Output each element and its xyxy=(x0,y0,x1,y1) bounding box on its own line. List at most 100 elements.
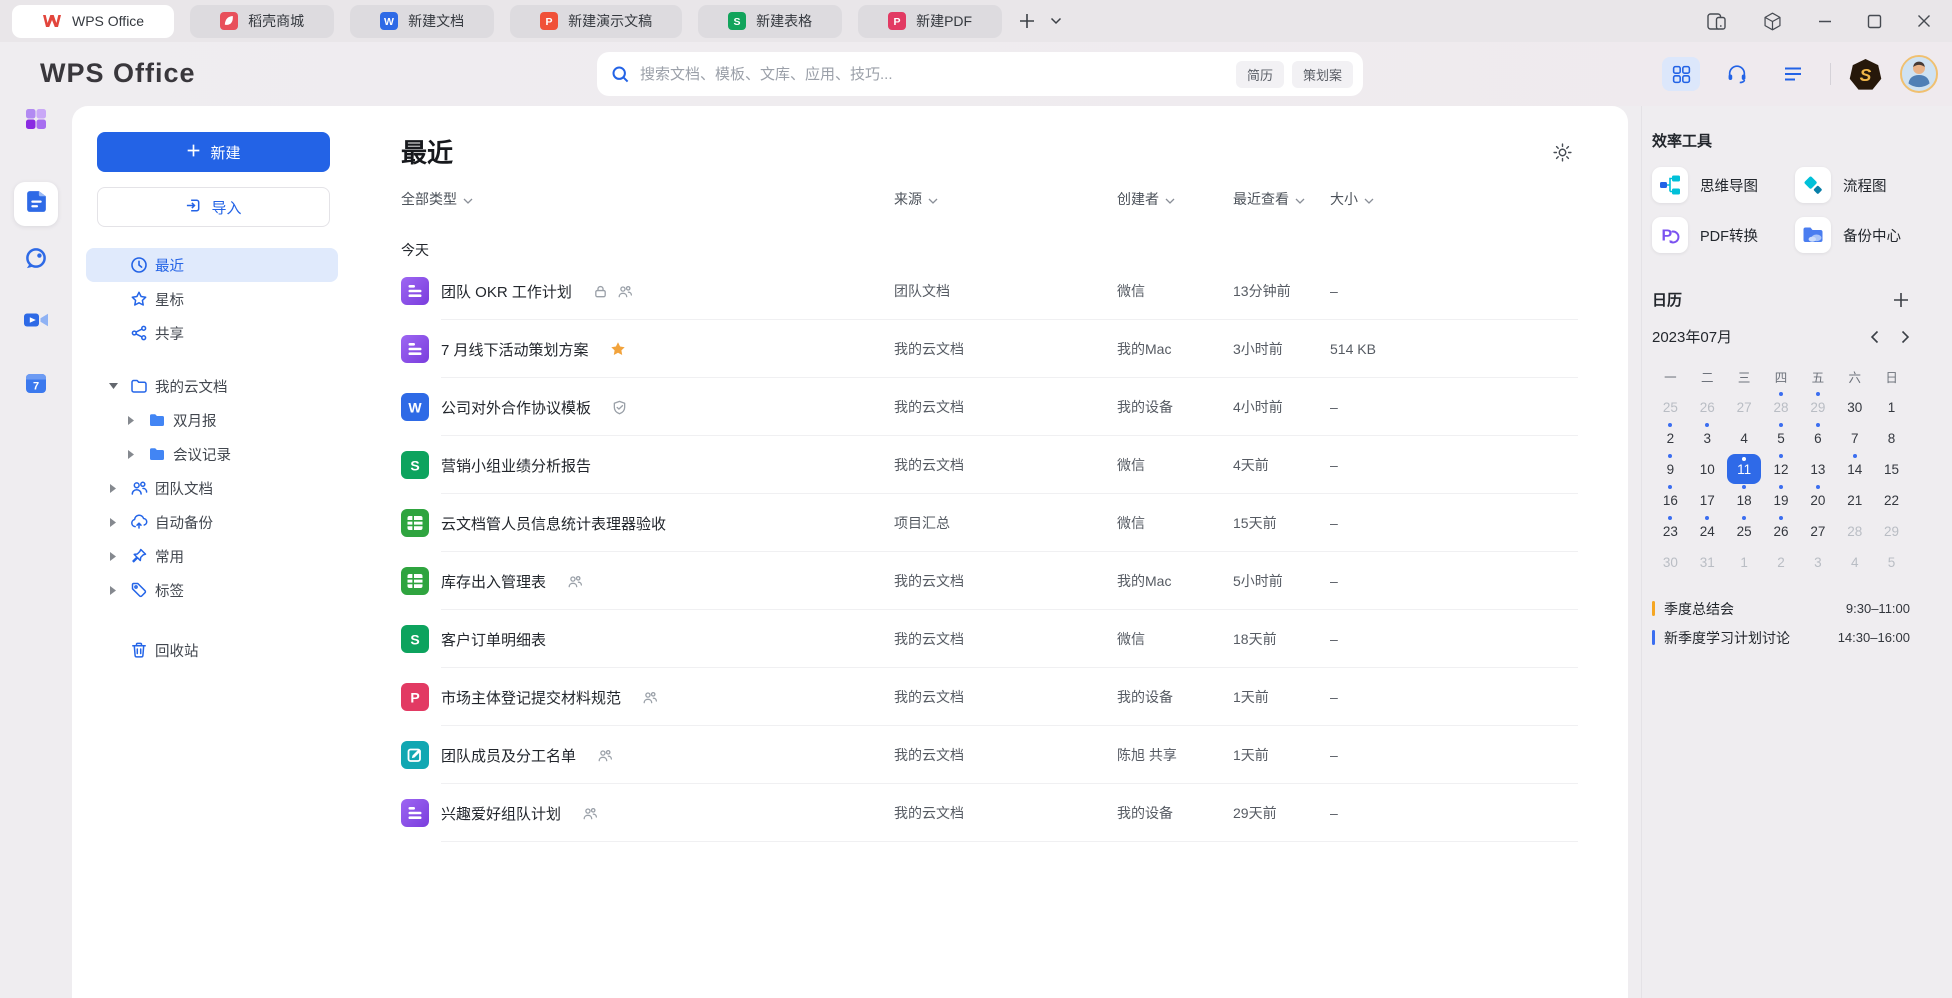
calendar-day[interactable]: 26 xyxy=(1690,392,1724,423)
tool-item[interactable]: 备份中心 xyxy=(1795,217,1910,253)
app-tab[interactable]: W 新建文档 xyxy=(350,5,494,38)
sidebar-tree-item[interactable]: 会议记录 xyxy=(86,437,338,471)
table-row[interactable]: S 营销小组业绩分析报告 我的云文档 微信 4天前 – xyxy=(401,436,1578,494)
filter-viewed[interactable]: 最近查看 xyxy=(1233,189,1330,209)
sidebar-tree-item[interactable]: 双月报 xyxy=(86,403,338,437)
close-icon[interactable] xyxy=(1916,13,1932,29)
caret-down-icon[interactable] xyxy=(107,383,119,389)
calendar-day[interactable]: 2 xyxy=(1653,423,1687,454)
import-button[interactable]: 导入 xyxy=(97,187,330,227)
calendar-day[interactable]: 27 xyxy=(1801,516,1835,547)
calendar-day[interactable]: 11 xyxy=(1727,454,1761,484)
search-bar[interactable]: 简历策划案 xyxy=(597,52,1363,96)
tool-item[interactable]: 流程图 xyxy=(1795,167,1910,203)
calendar-day[interactable]: 17 xyxy=(1690,485,1724,516)
add-event-icon[interactable] xyxy=(1892,291,1910,309)
rail-app-icon[interactable] xyxy=(14,182,58,226)
calendar-day[interactable]: 5 xyxy=(1764,423,1798,454)
table-row[interactable]: P 市场主体登记提交材料规范 我的云文档 我的设备 1天前 – xyxy=(401,668,1578,726)
search-input[interactable] xyxy=(640,66,1236,83)
global-menu-icon[interactable] xyxy=(1774,57,1812,91)
search-tag[interactable]: 简历 xyxy=(1236,61,1284,88)
rail-app-icon[interactable] xyxy=(23,106,49,137)
sidebar-item[interactable]: 最近 xyxy=(86,248,338,282)
calendar-day[interactable]: 8 xyxy=(1875,423,1909,454)
calendar-day[interactable]: 22 xyxy=(1875,485,1909,516)
new-tab-button[interactable] xyxy=(1018,12,1036,30)
calendar-day[interactable]: 23 xyxy=(1653,516,1687,547)
sidebar-tree-item[interactable]: 团队文档 xyxy=(86,471,338,505)
calendar-day[interactable]: 28 xyxy=(1764,392,1798,423)
table-row[interactable]: 兴趣爱好组队计划 我的云文档 我的设备 29天前 – xyxy=(401,784,1578,842)
calendar-day[interactable]: 2 xyxy=(1764,547,1798,578)
apps-grid-icon[interactable] xyxy=(1662,57,1700,91)
calendar-day[interactable]: 7 xyxy=(1838,423,1872,454)
sidebar-tree-item[interactable]: 我的云文档 xyxy=(86,369,338,403)
calendar-day[interactable]: 1 xyxy=(1727,547,1761,578)
maximize-icon[interactable] xyxy=(1867,14,1882,29)
calendar-day[interactable]: 4 xyxy=(1838,547,1872,578)
member-badge-icon[interactable]: S xyxy=(1849,58,1882,91)
sidebar-item-trash[interactable]: 回收站 xyxy=(86,633,338,667)
table-row[interactable]: S 客户订单明细表 我的云文档 微信 18天前 – xyxy=(401,610,1578,668)
sidebar-item[interactable]: 共享 xyxy=(86,316,338,350)
calendar-day[interactable]: 21 xyxy=(1838,485,1872,516)
avatar[interactable] xyxy=(1900,55,1938,93)
calendar-day[interactable]: 25 xyxy=(1653,392,1687,423)
calendar-day[interactable]: 25 xyxy=(1727,516,1761,547)
rail-app-icon[interactable] xyxy=(22,307,50,338)
calendar-day[interactable]: 29 xyxy=(1875,516,1909,547)
minimize-icon[interactable] xyxy=(1817,13,1833,29)
calendar-day[interactable]: 26 xyxy=(1764,516,1798,547)
calendar-day[interactable]: 12 xyxy=(1764,454,1798,485)
caret-right-icon[interactable] xyxy=(125,416,137,425)
mobile-dock-icon[interactable] xyxy=(1707,12,1728,31)
caret-right-icon[interactable] xyxy=(107,518,119,527)
rail-app-icon[interactable] xyxy=(23,245,50,277)
calendar-day[interactable]: 9 xyxy=(1653,454,1687,485)
calendar-day[interactable]: 5 xyxy=(1875,547,1909,578)
table-row[interactable]: 云文档管人员信息统计表理器验收 项目汇总 微信 15天前 – xyxy=(401,494,1578,552)
calendar-day[interactable]: 27 xyxy=(1727,392,1761,423)
caret-right-icon[interactable] xyxy=(107,586,119,595)
rail-app-icon[interactable]: 7 xyxy=(23,370,49,401)
calendar-day[interactable]: 13 xyxy=(1801,454,1835,485)
caret-right-icon[interactable] xyxy=(125,450,137,459)
filter-source[interactable]: 来源 xyxy=(894,189,1117,209)
next-month-icon[interactable] xyxy=(1901,330,1910,344)
table-row[interactable]: 团队 OKR 工作计划 团队文档 微信 13分钟前 – xyxy=(401,262,1578,320)
table-row[interactable]: 库存出入管理表 我的云文档 我的Mac 5小时前 – xyxy=(401,552,1578,610)
calendar-event[interactable]: 新季度学习计划讨论 14:30–16:00 xyxy=(1652,623,1910,652)
support-headset-icon[interactable] xyxy=(1718,57,1756,91)
table-row[interactable]: W 公司对外合作协议模板 我的云文档 我的设备 4小时前 – xyxy=(401,378,1578,436)
tool-item[interactable]: 思维导图 xyxy=(1652,167,1795,203)
calendar-day[interactable]: 18 xyxy=(1727,485,1761,516)
calendar-day[interactable]: 31 xyxy=(1690,547,1724,578)
calendar-day[interactable]: 19 xyxy=(1764,485,1798,516)
tab-list-dropdown[interactable] xyxy=(1050,17,1062,25)
calendar-day[interactable]: 30 xyxy=(1653,547,1687,578)
caret-right-icon[interactable] xyxy=(107,484,119,493)
calendar-day[interactable]: 29 xyxy=(1801,392,1835,423)
sidebar-tree-item[interactable]: 常用 xyxy=(86,539,338,573)
calendar-day[interactable]: 15 xyxy=(1875,454,1909,485)
calendar-day[interactable]: 1 xyxy=(1875,392,1909,423)
caret-right-icon[interactable] xyxy=(107,552,119,561)
calendar-day[interactable]: 30 xyxy=(1838,392,1872,423)
app-tab[interactable]: 稻壳商城 xyxy=(190,5,334,38)
app-tab[interactable]: P 新建PDF xyxy=(858,5,1002,38)
sidebar-tree-item[interactable]: 自动备份 xyxy=(86,505,338,539)
calendar-event[interactable]: 季度总结会 9:30–11:00 xyxy=(1652,594,1910,623)
sidebar-tree-item[interactable]: 标签 xyxy=(86,573,338,607)
calendar-day[interactable]: 24 xyxy=(1690,516,1724,547)
filter-creator[interactable]: 创建者 xyxy=(1117,189,1233,209)
search-tag[interactable]: 策划案 xyxy=(1292,61,1353,88)
calendar-day[interactable]: 14 xyxy=(1838,454,1872,485)
calendar-day[interactable]: 3 xyxy=(1690,423,1724,454)
calendar-day[interactable]: 16 xyxy=(1653,485,1687,516)
calendar-day[interactable]: 28 xyxy=(1838,516,1872,547)
calendar-day[interactable]: 4 xyxy=(1727,423,1761,454)
table-row[interactable]: 团队成员及分工名单 我的云文档 陈旭 共享 1天前 – xyxy=(401,726,1578,784)
sidebar-item[interactable]: 星标 xyxy=(86,282,338,316)
workspace-box-icon[interactable] xyxy=(1762,11,1783,32)
